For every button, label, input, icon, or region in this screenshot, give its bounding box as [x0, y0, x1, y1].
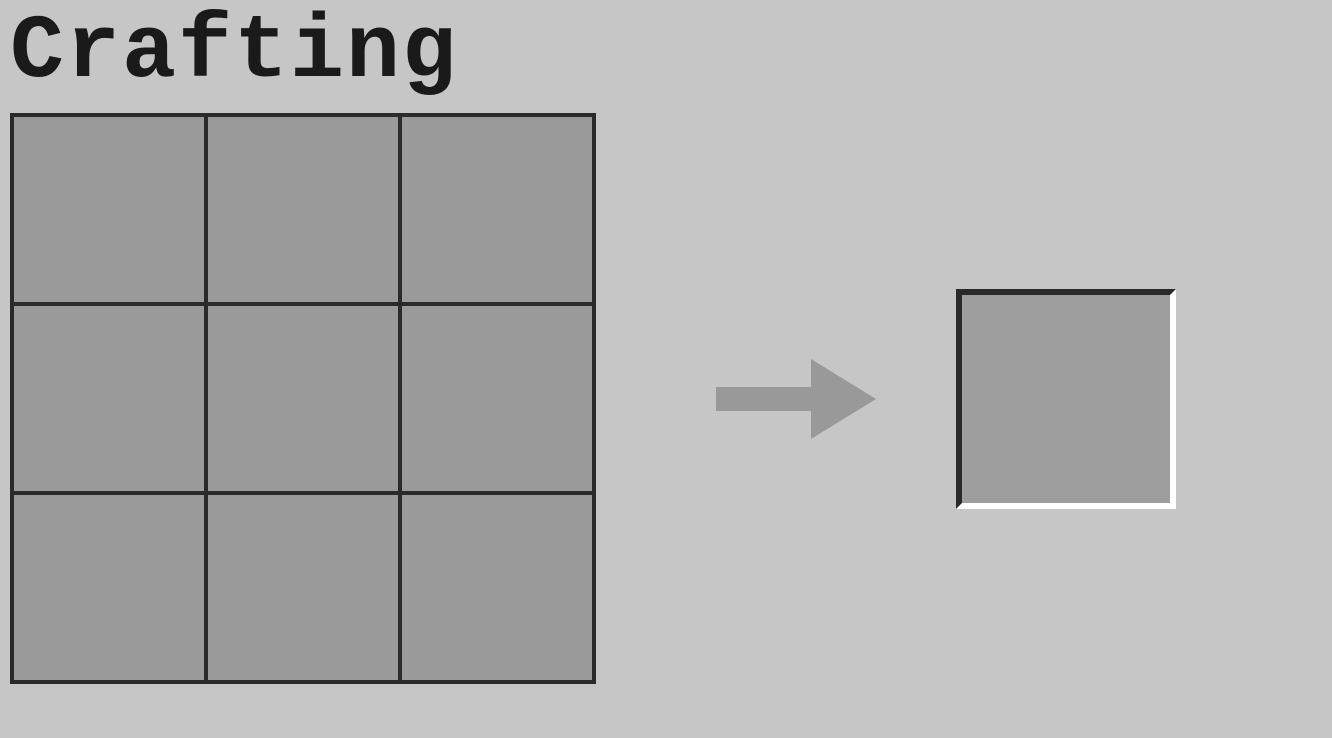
- grid-cell-5[interactable]: [402, 306, 592, 491]
- grid-cell-8[interactable]: [402, 495, 592, 680]
- crafting-grid: [10, 113, 596, 684]
- grid-cell-6[interactable]: [14, 495, 204, 680]
- arrow-right-icon: [716, 359, 876, 439]
- arrow-container: [716, 359, 876, 439]
- grid-cell-1[interactable]: [208, 117, 398, 302]
- grid-cell-0[interactable]: [14, 117, 204, 302]
- crafting-area: [10, 113, 1176, 684]
- grid-cell-3[interactable]: [14, 306, 204, 491]
- grid-cell-7[interactable]: [208, 495, 398, 680]
- page-title: Crafting: [0, 0, 458, 103]
- grid-cell-2[interactable]: [402, 117, 592, 302]
- result-slot[interactable]: [956, 289, 1176, 509]
- grid-cell-4[interactable]: [208, 306, 398, 491]
